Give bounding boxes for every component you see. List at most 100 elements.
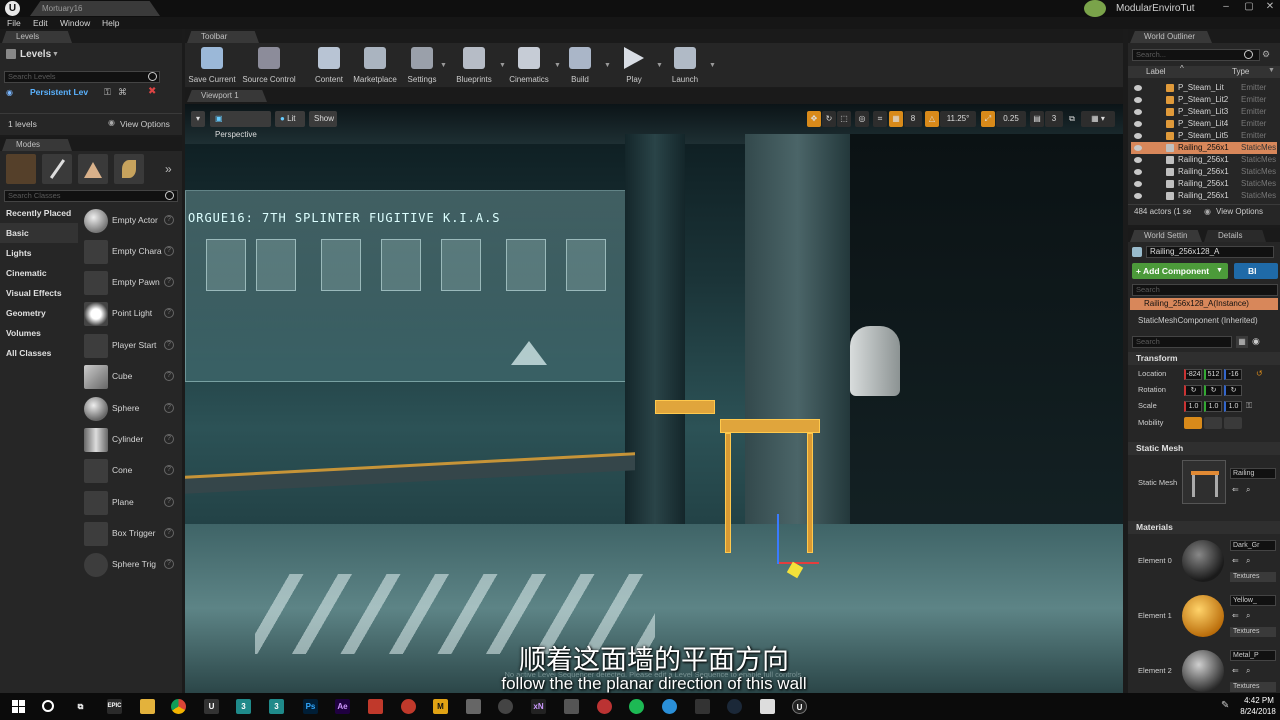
components-search-input[interactable]: Search <box>1132 284 1278 296</box>
place-mode-icon[interactable] <box>6 154 36 184</box>
place-player-start[interactable]: Player Start? <box>82 332 178 360</box>
mobility-stationary-icon[interactable] <box>1204 417 1222 429</box>
material-1-thumbnail[interactable] <box>1182 595 1224 637</box>
rotation-x[interactable]: ↻ <box>1184 385 1202 396</box>
material-0-thumbnail[interactable] <box>1182 540 1224 582</box>
level-gamepad-icon[interactable]: ⌘ <box>118 87 127 98</box>
help-icon[interactable]: ? <box>164 246 174 256</box>
grid-snap-icon[interactable]: ▦ <box>889 111 903 127</box>
blueprint-button[interactable]: Bl <box>1234 263 1278 279</box>
unreal-icon[interactable]: U <box>204 699 219 714</box>
location-y[interactable]: 512 <box>1204 369 1222 380</box>
level-eye-icon[interactable]: ◉ <box>6 88 13 97</box>
place-sphere-trigger[interactable]: Sphere Trig? <box>82 551 178 579</box>
minimize-icon[interactable]: – <box>1221 2 1231 12</box>
tab-modes[interactable]: Modes <box>2 139 72 151</box>
gizmo-z-axis[interactable] <box>777 514 779 564</box>
mari-icon[interactable]: M <box>433 699 448 714</box>
scale-z[interactable]: 1.0 <box>1224 401 1242 412</box>
category-cinematic[interactable]: Cinematic <box>0 263 78 283</box>
add-component-button[interactable]: + Add Component <box>1132 263 1228 279</box>
scale-x[interactable]: 1.0 <box>1184 401 1202 412</box>
aftereffects-icon[interactable]: Ae <box>335 699 350 714</box>
chrome-icon[interactable] <box>171 699 186 714</box>
help-icon[interactable]: ? <box>164 340 174 350</box>
category-basic[interactable]: Basic <box>0 223 78 243</box>
scale-label[interactable]: Scale <box>1138 401 1157 410</box>
persistent-level[interactable]: Persistent Lev <box>30 87 88 97</box>
cortana-icon[interactable] <box>42 700 54 712</box>
scale-icon[interactable]: ⬚ <box>837 111 851 127</box>
files-icon[interactable] <box>140 699 155 714</box>
source-control-button[interactable]: Source Control <box>242 47 296 85</box>
windows-icon[interactable] <box>12 700 26 714</box>
category-volumes[interactable]: Volumes <box>0 323 78 343</box>
material-0-picker[interactable]: Dark_Gr <box>1230 540 1276 551</box>
gizmo-x-axis[interactable] <box>779 562 819 564</box>
category-lights[interactable]: Lights <box>0 243 78 263</box>
paint-mode-icon[interactable] <box>42 154 72 184</box>
chevron-down-icon[interactable]: ▼ <box>440 62 447 69</box>
place-plane[interactable]: Plane? <box>82 489 178 517</box>
scale-snap-value[interactable]: 0.25 <box>996 111 1026 127</box>
foliage-mode-icon[interactable] <box>114 154 144 184</box>
save-current-button[interactable]: Save Current <box>185 47 239 85</box>
place-point-light[interactable]: Point Light? <box>82 300 178 328</box>
help-icon[interactable]: ? <box>164 559 174 569</box>
photoshop-icon[interactable]: Ps <box>303 699 318 714</box>
transform-header[interactable]: Transform <box>1128 352 1280 365</box>
outliner-row[interactable]: P_Steam_Lit3 Emitter <box>1131 106 1277 118</box>
place-sphere[interactable]: Sphere? <box>82 395 178 423</box>
railing-top-selected[interactable] <box>720 419 820 433</box>
settings-icon[interactable]: ⚙ <box>1262 49 1270 60</box>
app1-icon[interactable] <box>368 699 383 714</box>
eye-icon[interactable] <box>1134 85 1142 91</box>
material-2-thumbnail[interactable] <box>1182 650 1224 692</box>
place-cone[interactable]: Cone? <box>82 457 178 485</box>
outliner-row[interactable]: P_Steam_Lit Emitter <box>1131 82 1277 94</box>
app2-icon[interactable] <box>401 699 416 714</box>
3dsmax2-icon[interactable]: 3 <box>269 699 284 714</box>
eye-icon[interactable] <box>1134 97 1142 103</box>
world-icon[interactable]: ◎ <box>855 111 869 127</box>
rotation-snap-value[interactable]: 11.25° <box>940 111 976 127</box>
outliner-row[interactable]: P_Steam_Lit4 Emitter <box>1131 118 1277 130</box>
help-icon[interactable]: ? <box>164 465 174 475</box>
outliner-col-label[interactable]: Label <box>1146 67 1166 76</box>
modes-search-input[interactable]: Search Classes <box>4 190 178 202</box>
viewport[interactable]: ORGUE16: 7TH SPLINTER FUGITIVE K.I.A.S ▾… <box>185 104 1123 693</box>
camera-speed-value[interactable]: 3 <box>1045 111 1063 127</box>
arrow-left-icon[interactable]: ⇐ <box>1232 666 1239 675</box>
menu-edit[interactable]: Edit <box>33 17 48 29</box>
arrow-left-icon[interactable]: ⇐ <box>1232 611 1239 620</box>
blueprints-button[interactable]: Blueprints <box>447 47 501 85</box>
place-empty-character[interactable]: Empty Chara? <box>82 238 178 266</box>
document-tab[interactable]: Mortuary16 <box>30 1 160 16</box>
app8-icon[interactable] <box>760 699 775 714</box>
outliner-view-options[interactable]: View Options <box>1216 207 1263 216</box>
mobility-static-icon[interactable] <box>1184 417 1202 429</box>
reset-icon[interactable]: ↺ <box>1256 369 1263 378</box>
arrow-left-icon[interactable]: ⇐ <box>1232 485 1239 494</box>
place-cube[interactable]: Cube? <box>82 363 178 391</box>
materials-header[interactable]: Materials <box>1128 521 1280 534</box>
eye-icon[interactable] <box>1134 145 1142 151</box>
help-icon[interactable]: ? <box>164 403 174 413</box>
app6-icon[interactable] <box>662 699 677 714</box>
material-2-picker[interactable]: Metal_P <box>1230 650 1276 661</box>
levels-view-options[interactable]: View Options <box>120 119 170 129</box>
rotation-label[interactable]: Rotation <box>1138 385 1166 394</box>
category-all-classes[interactable]: All Classes <box>0 343 78 363</box>
location-label[interactable]: Location <box>1138 369 1166 378</box>
static-mesh-picker[interactable]: Railing <box>1230 468 1276 479</box>
translate-icon[interactable]: ✥ <box>807 111 821 127</box>
perspective-button[interactable]: ▣ Perspective <box>210 111 271 139</box>
actor-name-field[interactable]: Railing_256x128_A <box>1146 246 1274 258</box>
level-remove-icon[interactable]: ✖ <box>148 86 156 97</box>
show-button[interactable]: Show <box>309 111 337 127</box>
help-icon[interactable]: ? <box>164 371 174 381</box>
eye-icon[interactable] <box>1134 181 1142 187</box>
place-empty-actor[interactable]: Empty Actor? <box>82 207 178 235</box>
epic-icon[interactable]: EPIC <box>107 699 122 714</box>
outliner-row[interactable]: Railing_256x1 StaticMes <box>1131 154 1277 166</box>
